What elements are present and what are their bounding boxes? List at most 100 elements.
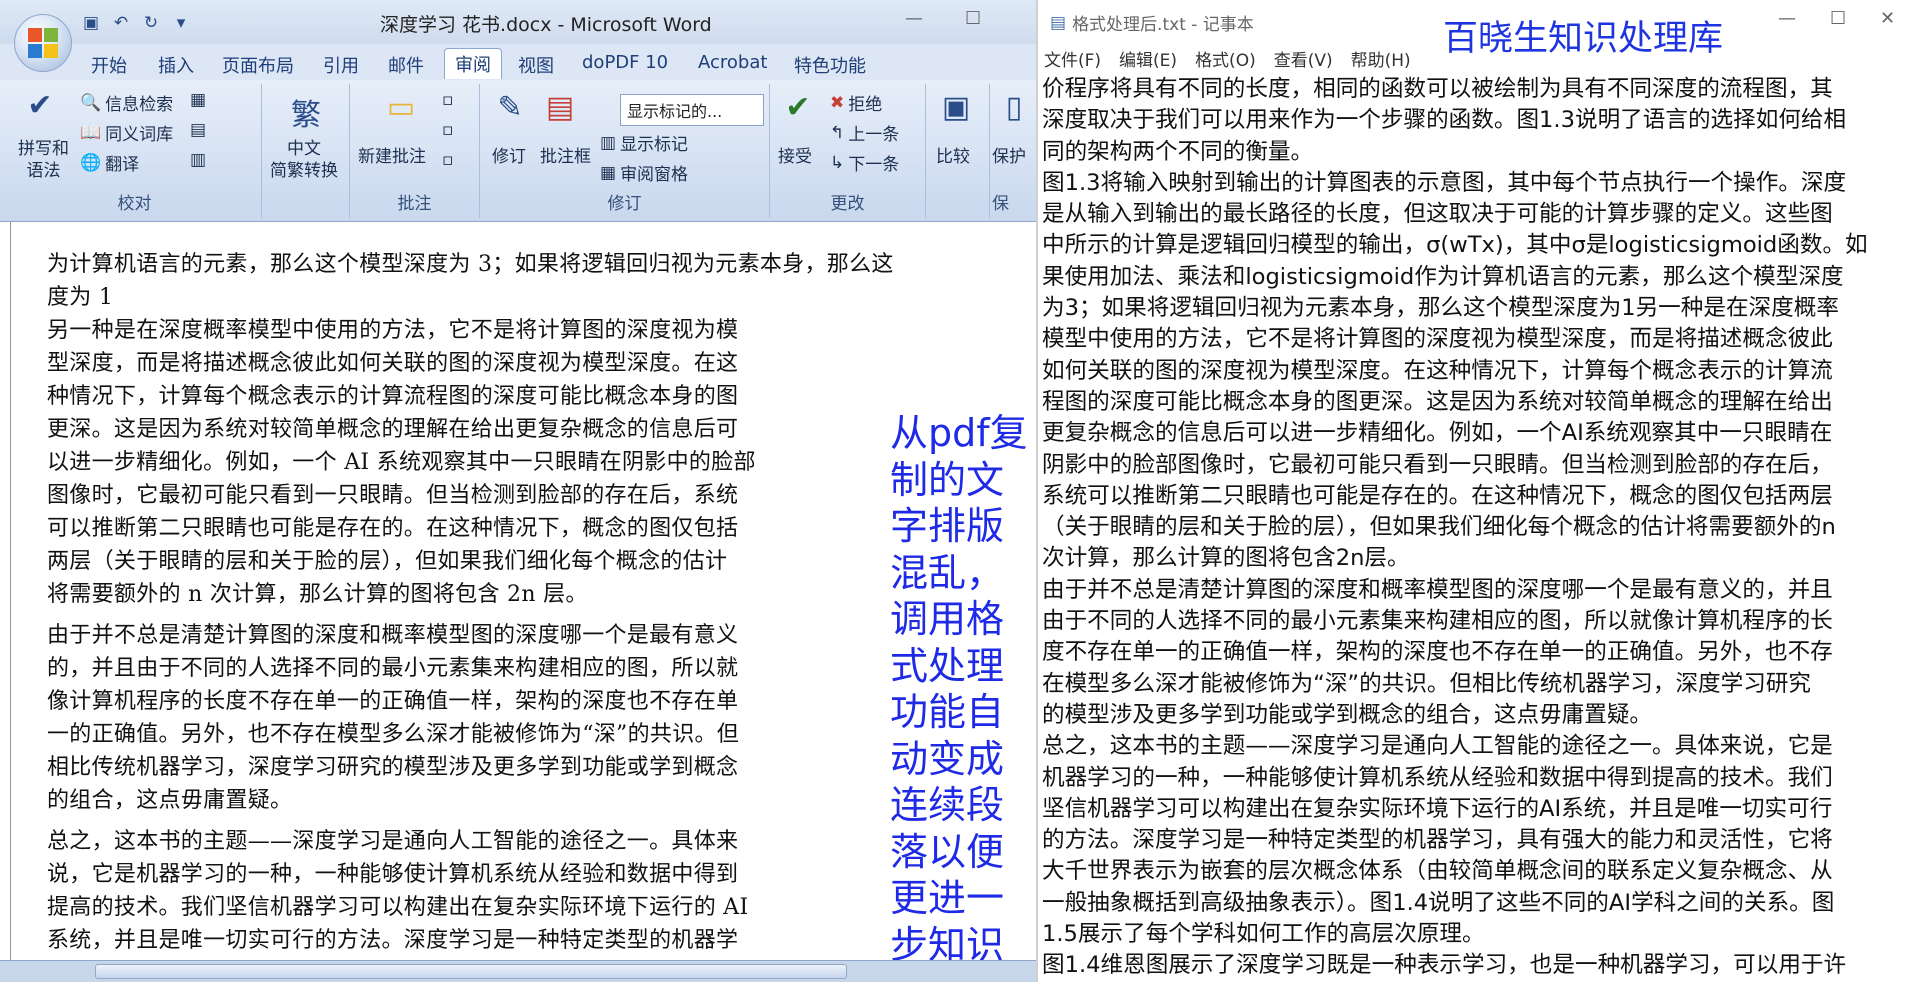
menu-help[interactable]: 帮助(H) (1351, 46, 1411, 71)
accept-button[interactable]: 接受 (778, 142, 812, 167)
display-markup-select[interactable]: 显示标记的... (620, 94, 764, 126)
text-line: 大千世界表示为嵌套的层次概念体系（由较简单概念间的联系定义复杂概念、从 (1042, 858, 1833, 885)
doc-line: 由于并不总是清楚计算图的深度和概率模型图的深度哪一个是最有意义 (47, 623, 739, 648)
chinese-convert-group: 繁 中文 简繁转换 (262, 84, 350, 218)
tab-mailings[interactable]: 邮件 (388, 52, 424, 78)
tab-page-layout[interactable]: 页面布局 (222, 52, 294, 78)
maximize-icon[interactable]: ☐ (965, 8, 981, 29)
text-line: 阴影中的脸部图像时，它最初可能只看到一只眼睛。但当检测到脸部的存在后， (1042, 451, 1833, 478)
research-icon: 🔍 (80, 92, 102, 113)
menu-view[interactable]: 查看(V) (1274, 46, 1333, 71)
doc-line: 可以推断第二只眼睛也可能是存在的。在这种情况下，概念的图仅包括 (47, 516, 739, 541)
notepad-minimize-icon[interactable]: — (1778, 8, 1796, 29)
convert-icon: 繁 (291, 98, 321, 133)
doc-line: 度为 1 (47, 285, 114, 310)
redo-icon[interactable]: ↻ (140, 12, 162, 34)
next-change-button[interactable]: ↳ 下一条 (830, 150, 899, 176)
proofing-group: ✔ 拼写和 语法 🔍 信息检索 📖 同义词库 🌐 翻译 ▦ ▤ ▥ 校对 (8, 84, 262, 218)
tab-dopdf[interactable]: doPDF 10 (582, 52, 668, 73)
tab-insert[interactable]: 插入 (158, 52, 194, 78)
new-comment-button[interactable]: 新建批注 (358, 142, 426, 167)
reject-icon: ✖ (830, 92, 845, 113)
delete-comment-button[interactable]: ▫ (442, 90, 454, 110)
tracking-group: ✎ 修订 ▤ 批注框 显示标记的... ▥ 显示标记 ▦ 审阅窗格 修订 (480, 84, 770, 218)
ribbon-tabs: 开始 插入 页面布局 引用 邮件 审阅 视图 doPDF 10 Acrobat … (0, 44, 1036, 80)
word-count-icon: ▦ (190, 90, 207, 110)
tab-home[interactable]: 开始 (91, 52, 127, 78)
doc-line: 另一种是在深度概率模型中使用的方法，它不是将计算图的深度视为模 (47, 318, 739, 343)
tab-review[interactable]: 审阅 (444, 48, 502, 79)
tab-acrobat[interactable]: Acrobat (698, 52, 767, 73)
menu-format[interactable]: 格式(O) (1195, 46, 1256, 71)
text-line: 中所示的计算是逻辑回归模型的输出，σ(wTx)，其中σ是logisticsigm… (1042, 232, 1868, 259)
chinese-convert-button[interactable]: 中文 简繁转换 (270, 138, 338, 182)
text-line: （关于眼睛的层和关于脸的层），但如果我们细化每个概念的估计将需要额外的n (1042, 514, 1836, 541)
doc-line: 的组合，这点毋庸置疑。 (47, 788, 293, 813)
extra-proofing-button[interactable]: ▥ (190, 150, 206, 170)
word-count-button[interactable]: ▦ (190, 90, 206, 110)
window-title: 深度学习 花书.docx - Microsoft Word (380, 14, 712, 36)
notepad-title: 格式处理后.txt - 记事本 (1072, 15, 1254, 35)
menu-edit[interactable]: 编辑(E) (1119, 46, 1177, 71)
scrollbar-thumb[interactable] (95, 964, 847, 979)
translate-button[interactable]: 🌐 翻译 (80, 150, 139, 176)
notepad-window: ▤ 格式处理后.txt - 记事本 百晓生知识处理库 — ☐ ✕ 文件(F) 编… (1036, 0, 1906, 982)
save-icon[interactable]: ▣ (80, 12, 102, 34)
delete-comment-icon: ▫ (442, 90, 454, 110)
track-changes-button[interactable]: 修订 (492, 142, 526, 167)
spelling-grammar-button[interactable]: 拼写和 语法 (18, 138, 69, 182)
doc-line: 种情况下，计算每个概念表示的计算流程图的深度可能比概念本身的图 (47, 384, 739, 409)
text-line: 深度取决于我们可以用来作为一个步骤的函数。图1.3说明了语言的选择如何给相 (1042, 107, 1847, 134)
protect-group: ▯ 保护 保 (990, 84, 1036, 218)
show-markup-icon: ▥ (600, 132, 617, 153)
thesaurus-button[interactable]: 📖 同义词库 (80, 120, 173, 146)
text-line: 是从输入到输出的最长路径的长度，但这取决于可能的计算步骤的定义。这些图 (1042, 201, 1833, 228)
tab-references[interactable]: 引用 (323, 52, 359, 78)
next-comment-button[interactable]: ▫ (442, 150, 454, 170)
text-line: 程图的深度可能比概念本身的图更深。这是因为系统对较简单概念的理解在给出 (1042, 388, 1833, 415)
next-comment-icon: ▫ (442, 150, 454, 170)
text-line: 的方法。深度学习是一种特定类型的机器学习，具有强大的能力和灵活性，它将 (1042, 827, 1833, 854)
new-comment-icon: ▭ (386, 90, 416, 125)
tab-features[interactable]: 特色功能 (794, 52, 866, 78)
text-line: 在模型多么深才能被修饰为“深”的共识。但相比传统机器学习，深度学习研究 (1042, 670, 1812, 697)
extra-proofing-icon: ▥ (190, 150, 207, 170)
protect-icon: ▯ (1005, 90, 1023, 125)
horizontal-scrollbar[interactable] (0, 960, 1036, 982)
previous-change-icon: ↰ (830, 122, 845, 143)
previous-change-button[interactable]: ↰ 上一条 (830, 120, 899, 146)
show-markup-button[interactable]: ▥ 显示标记 (600, 130, 688, 156)
doc-line: 将需要额外的 n 次计算，那么计算的图将包含 2n 层。 (47, 582, 588, 607)
doc-line: 像计算机程序的长度不存在单一的正确值一样，架构的深度也不存在单 (47, 689, 739, 714)
review-pane-button[interactable]: ▦ 审阅窗格 (600, 160, 688, 186)
research-button[interactable]: 🔍 信息检索 (80, 90, 173, 116)
text-line: 坚信机器学习可以构建出在复杂实际环境下运行的AI系统，并且是唯一切实可行 (1042, 795, 1833, 822)
text-line: 由于并不总是清楚计算图的深度和概率模型图的深度哪一个是最有意义的，并且 (1042, 576, 1833, 603)
minimize-icon[interactable]: — (905, 8, 923, 29)
language-icon: ▤ (190, 120, 207, 140)
undo-icon[interactable]: ↶ (110, 12, 132, 34)
tracking-group-label: 修订 (607, 194, 642, 214)
notepad-text-area[interactable]: 价程序将具有不同的长度，相同的函数可以被绘制为具有不同深度的流程图，其 深度取决… (1042, 74, 1904, 982)
document-area[interactable]: 为计算机语言的元素，那么这个模型深度为 3；如果将逻辑回归视为元素本身，那么这 … (10, 222, 1036, 960)
balloons-button[interactable]: 批注框 (540, 142, 591, 167)
spelling-check-icon: ✔ (27, 88, 53, 123)
compare-button[interactable]: 比较 (936, 142, 970, 167)
doc-line: 为计算机语言的元素，那么这个模型深度为 3；如果将逻辑回归视为元素本身，那么这 (47, 252, 894, 277)
office-button[interactable] (14, 14, 72, 72)
menu-file[interactable]: 文件(F) (1044, 46, 1101, 71)
text-line: 系统可以推断第二只眼睛也可能是存在的。在这种情况下，概念的图仅包括两层 (1042, 482, 1833, 509)
previous-comment-button[interactable]: ▫ (442, 120, 454, 140)
protect-button[interactable]: 保护 (992, 142, 1026, 167)
comments-group-label: 批注 (397, 194, 432, 214)
notepad-close-icon[interactable]: ✕ (1880, 8, 1895, 29)
reject-button[interactable]: ✖ 拒绝 (830, 90, 882, 116)
notepad-maximize-icon[interactable]: ☐ (1830, 8, 1846, 29)
language-button[interactable]: ▤ (190, 120, 206, 140)
compare-group: ▣ 比较 (926, 84, 990, 218)
text-line: 1.5展示了每个学科如何工作的高层次原理。 (1042, 921, 1485, 948)
text-line: 图1.4维恩图展示了深度学习既是一种表示学习，也是一种机器学习，可以用于许 (1042, 952, 1847, 979)
previous-comment-icon: ▫ (442, 120, 454, 140)
tab-view[interactable]: 视图 (518, 52, 554, 78)
customize-qat-icon[interactable]: ▾ (170, 12, 192, 34)
